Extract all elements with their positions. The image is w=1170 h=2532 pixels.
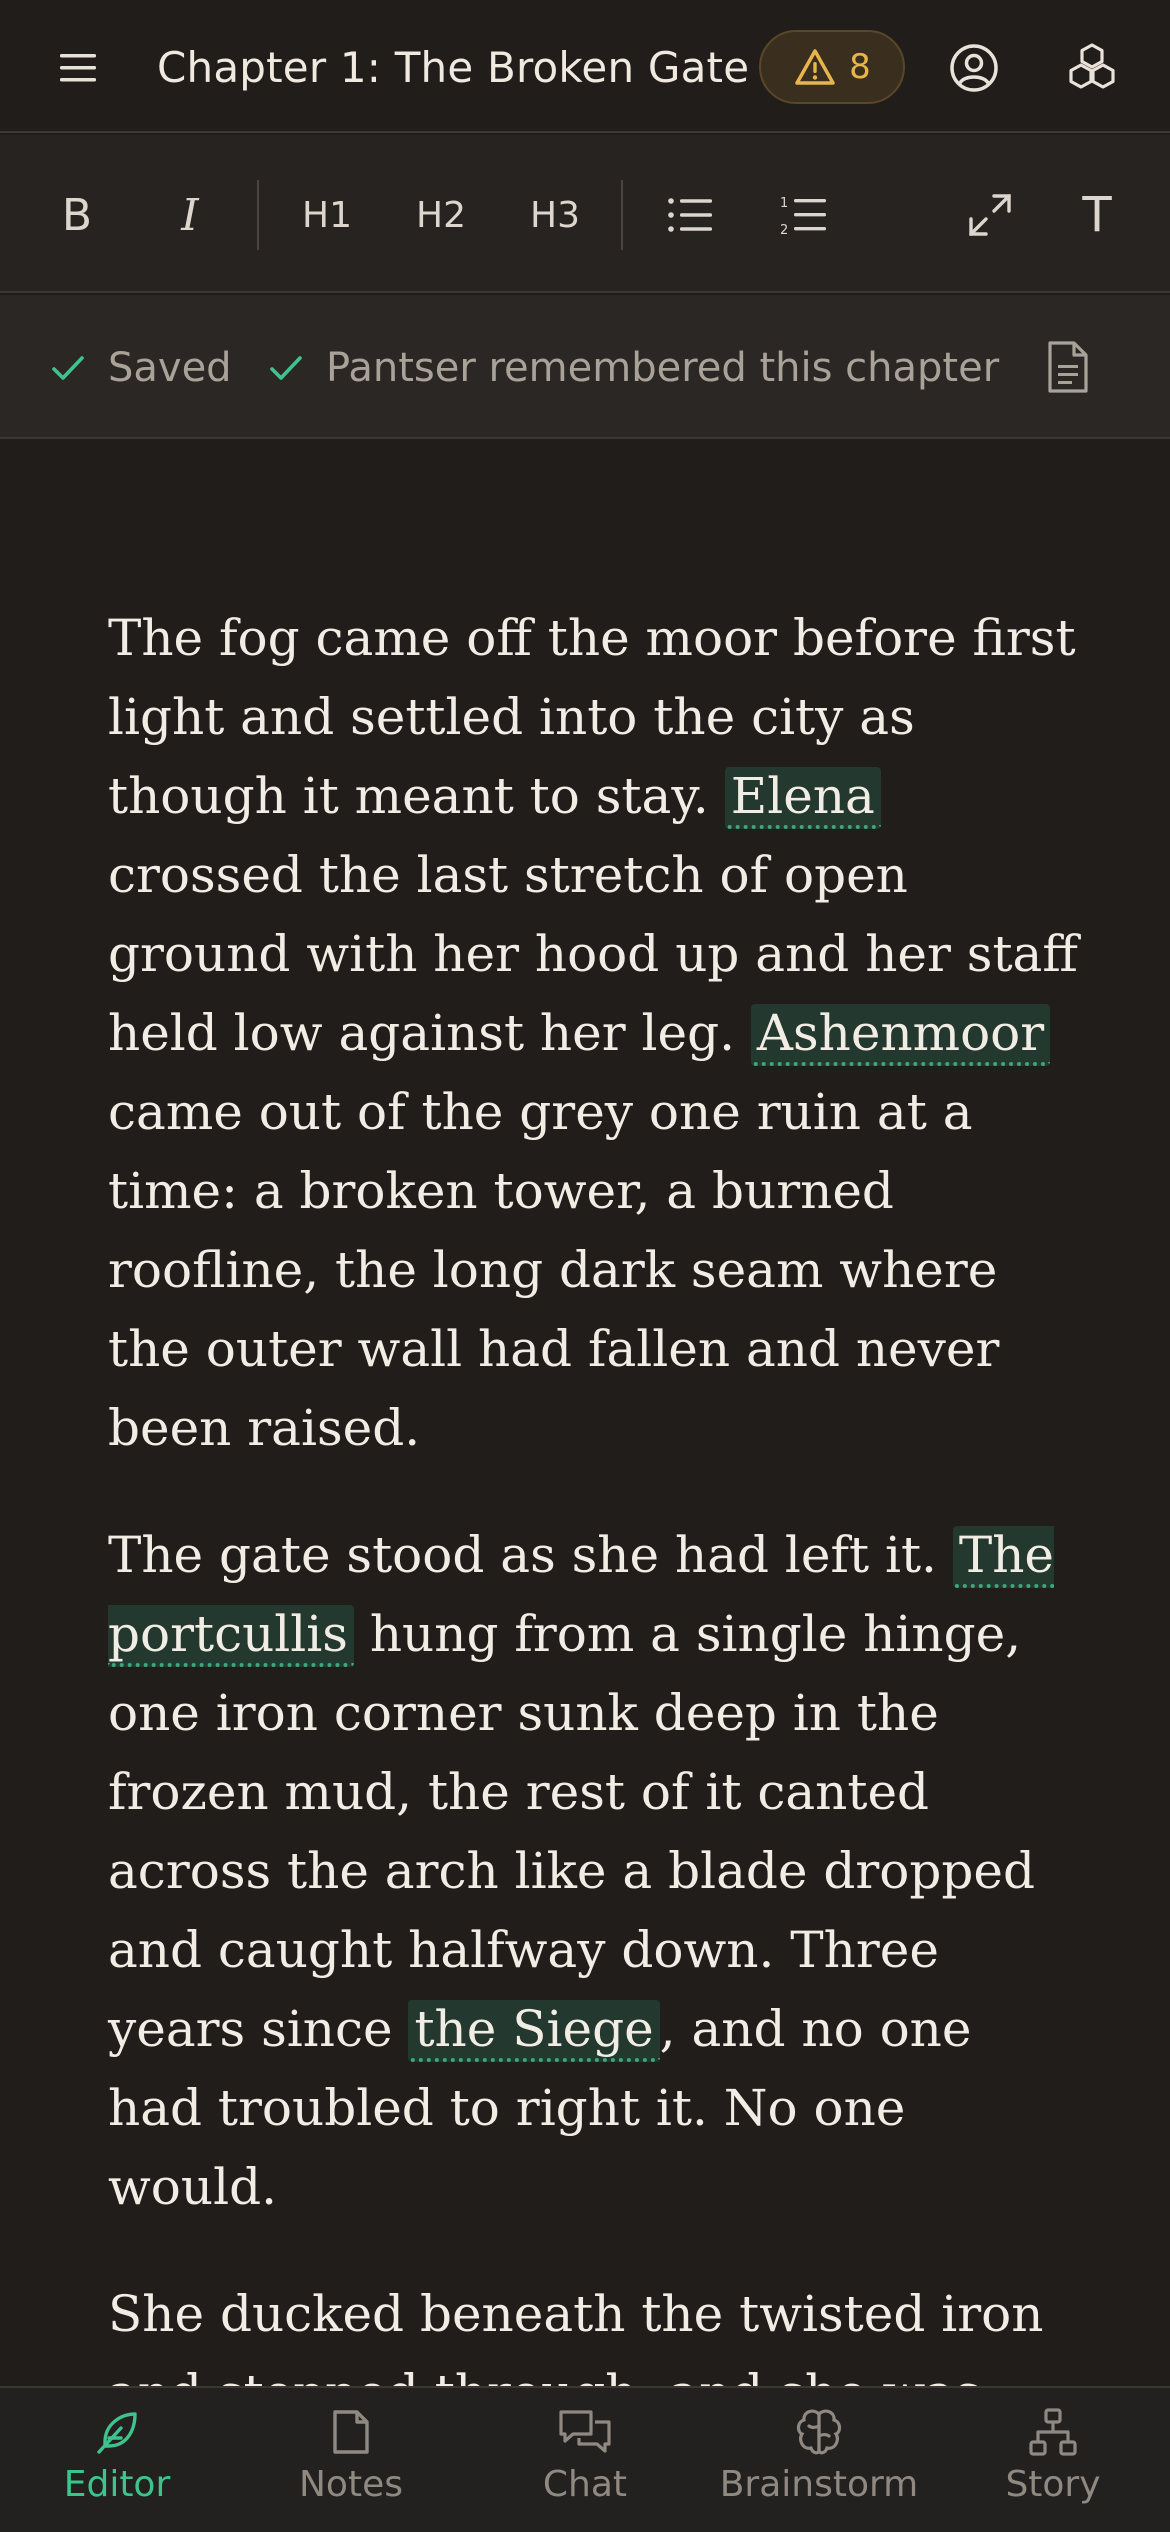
user-circle-icon: [950, 44, 998, 92]
paragraph[interactable]: The gate stood as she had left it. The p…: [108, 1516, 1078, 2227]
expand-icon: [969, 194, 1011, 236]
text-style-button[interactable]: T: [1062, 185, 1132, 245]
memory-label: Pantser remembered this chapter: [326, 345, 1000, 391]
warning-icon: [795, 49, 835, 85]
paragraph[interactable]: The fog came off the moor before first l…: [108, 599, 1078, 1468]
format-toolbar: B I H1 H2 H3 1 2 T: [0, 135, 1170, 293]
nav-notes[interactable]: Notes: [234, 2406, 468, 2526]
brain-icon: [796, 2409, 842, 2455]
text-run: hung from a single hinge, one iron corne…: [108, 1605, 1036, 2058]
nav-chat[interactable]: Chat: [468, 2406, 702, 2526]
h3-label: H3: [530, 194, 580, 236]
nav-label: Editor: [63, 2464, 171, 2505]
chapter-title[interactable]: Chapter 1: The Broken Gate: [157, 38, 749, 98]
svg-text:2: 2: [780, 223, 788, 236]
saved-label: Saved: [108, 345, 232, 391]
toolbar-divider: [257, 180, 259, 250]
nav-story[interactable]: Story: [936, 2406, 1170, 2526]
bold-label: B: [61, 189, 93, 241]
feather-icon: [97, 2412, 137, 2454]
text-style-label: T: [1082, 187, 1112, 243]
text-run: The fog came off the moor before first l…: [108, 609, 1076, 825]
bullet-list-icon: [668, 198, 712, 232]
nav-editor[interactable]: Editor: [0, 2406, 234, 2526]
nav-label: Chat: [542, 2464, 628, 2505]
hamburger-icon: [60, 54, 96, 82]
check-icon: [270, 356, 302, 380]
italic-label: I: [181, 189, 199, 241]
toolbar-divider: [621, 180, 623, 250]
h1-label: H1: [302, 194, 352, 236]
menu-button[interactable]: [50, 40, 106, 96]
bold-button[interactable]: B: [42, 185, 112, 245]
check-icon: [52, 356, 84, 380]
italic-button[interactable]: I: [155, 185, 225, 245]
entity-link-elena[interactable]: Elena: [724, 767, 881, 829]
svg-text:1: 1: [780, 196, 788, 211]
chapter-text[interactable]: The fog came off the moor before first l…: [108, 599, 1078, 2386]
text-run: She ducked beneath the twisted iron and …: [108, 2285, 1044, 2386]
paragraph[interactable]: She ducked beneath the twisted iron and …: [108, 2275, 1078, 2386]
nav-label: Brainstorm: [719, 2464, 919, 2505]
h2-label: H2: [416, 194, 466, 236]
ai-assistant-button[interactable]: [1062, 38, 1122, 98]
story-map-icon: [1029, 2408, 1077, 2456]
nav-label: Story: [1005, 2464, 1101, 2505]
nav-label: Notes: [299, 2464, 403, 2505]
document-icon: [1048, 341, 1088, 393]
heading-1-button[interactable]: H1: [292, 185, 362, 245]
bottom-nav: Editor Notes Chat Brainstorm Story: [0, 2386, 1170, 2532]
numbered-list-icon: 1 2: [780, 196, 826, 236]
text-run: came out of the grey one ruin at a time:…: [108, 1083, 1000, 1457]
status-bar: Saved Pantser remembered this chapter: [0, 295, 1170, 439]
nav-brainstorm[interactable]: Brainstorm: [702, 2406, 936, 2526]
numbered-list-button[interactable]: 1 2: [769, 185, 839, 245]
cubes-icon: [1069, 43, 1115, 89]
heading-2-button[interactable]: H2: [406, 185, 476, 245]
bullet-list-button[interactable]: [655, 185, 725, 245]
saved-status: Saved: [50, 341, 232, 395]
chat-icon: [559, 2410, 611, 2453]
memory-status: Pantser remembered this chapter: [268, 341, 999, 395]
entity-link-siege[interactable]: the Siege: [408, 2000, 660, 2062]
warning-count: 8: [849, 47, 871, 87]
account-button[interactable]: [944, 38, 1004, 98]
editor-area[interactable]: The fog came off the moor before first l…: [0, 441, 1170, 2386]
chapter-document-button[interactable]: [1044, 339, 1092, 399]
top-bar: Chapter 1: The Broken Gate 8: [0, 0, 1170, 133]
fullscreen-button[interactable]: [955, 185, 1025, 245]
heading-3-button[interactable]: H3: [520, 185, 590, 245]
notes-icon: [333, 2410, 369, 2454]
text-run: The gate stood as she had left it.: [108, 1526, 953, 1584]
entity-link-ashenmoor[interactable]: Ashenmoor: [750, 1004, 1051, 1066]
warnings-badge[interactable]: 8: [759, 30, 905, 104]
